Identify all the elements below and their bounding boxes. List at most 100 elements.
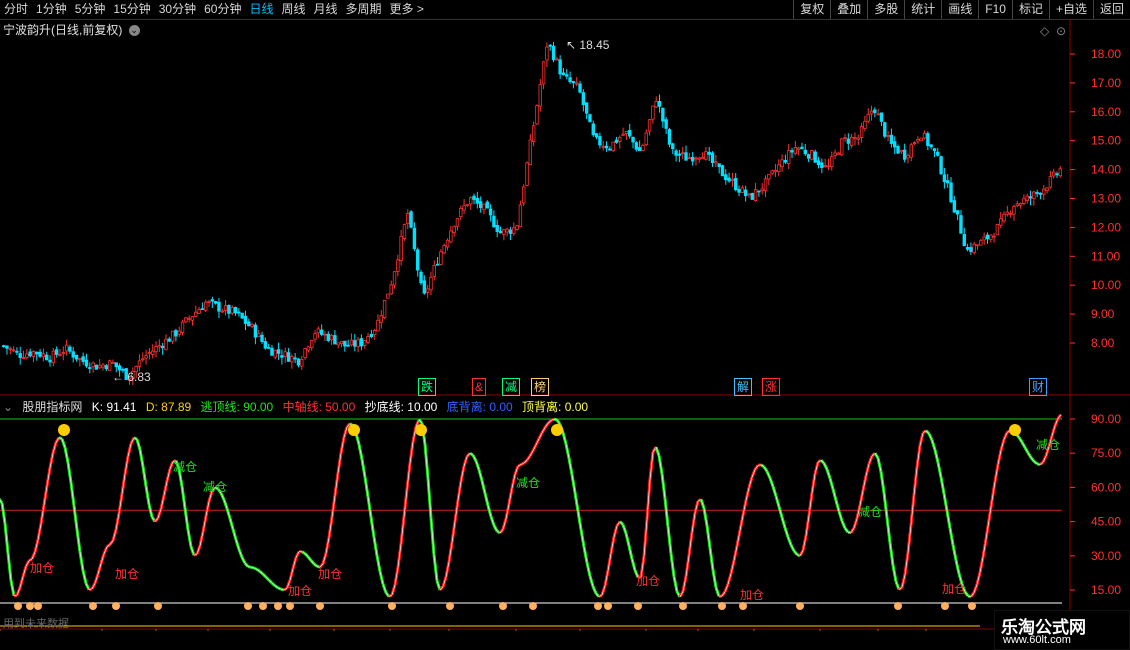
period-tab[interactable]: 分时: [0, 0, 32, 19]
event-marker[interactable]: 解: [734, 378, 753, 396]
kd-axis-label: 60.00: [1091, 480, 1121, 494]
hand-icon: [796, 602, 804, 610]
toolbar-button[interactable]: 统计: [904, 0, 941, 19]
candle-body: [591, 123, 595, 136]
d-value: D: 87.89: [145, 400, 192, 414]
candle-body: [257, 333, 261, 338]
period-tab[interactable]: 更多 >: [386, 0, 428, 19]
candle-body: [1042, 188, 1046, 195]
diamond-icon[interactable]: ◇: [1040, 24, 1050, 38]
future-data-note: 用到未来数据: [3, 618, 69, 630]
candle-body: [482, 203, 486, 211]
candle-body: [697, 157, 701, 160]
candle-body: [548, 44, 552, 47]
candle-body: [873, 109, 877, 113]
candle-body: [919, 137, 923, 142]
candle-body: [469, 197, 473, 205]
candle-body: [926, 133, 930, 146]
candle-body: [955, 210, 960, 215]
price-axis-label: 8.00: [1091, 336, 1115, 350]
candle-body: [349, 339, 354, 346]
candle-body: [329, 334, 334, 341]
event-marker[interactable]: 减: [502, 378, 521, 396]
candle-body: [859, 125, 864, 138]
candle-body: [810, 150, 814, 160]
period-tab[interactable]: 1分钟: [32, 0, 71, 19]
candle-body: [531, 125, 536, 143]
candle-body: [492, 215, 496, 228]
event-marker[interactable]: &: [472, 378, 487, 396]
candle-body: [412, 227, 417, 250]
candle-body: [286, 352, 291, 362]
chart-area[interactable]: 18.00 17.00 16.00 15.00 14.00 13.00 12.00 11.00…: [0, 19, 1130, 631]
smiley-icon: [1009, 424, 1021, 436]
candle-body: [707, 151, 711, 155]
candle-body: [863, 120, 867, 129]
period-tab[interactable]: 60分钟: [200, 0, 245, 19]
candle-body: [565, 74, 569, 77]
event-marker[interactable]: 榜: [531, 378, 550, 396]
middle-line-value: 中轴线: 50.00: [282, 400, 356, 414]
settings-icon[interactable]: ⊙: [1056, 24, 1066, 38]
candle-body: [614, 139, 619, 143]
candle-body: [323, 333, 327, 336]
kd-axis-label: 75.00: [1091, 446, 1121, 460]
candle-body: [541, 61, 546, 85]
candle-body: [571, 81, 576, 84]
candle-body: [743, 189, 748, 197]
period-tab[interactable]: 15分钟: [109, 0, 154, 19]
smiley-icon: [551, 424, 563, 436]
candle-body: [333, 335, 337, 345]
candle-body: [11, 349, 16, 352]
candle-body: [190, 316, 195, 321]
event-marker[interactable]: 跌: [418, 378, 437, 396]
period-tab[interactable]: 月线: [310, 0, 342, 19]
toolbar-button[interactable]: 复权: [793, 0, 830, 19]
event-marker[interactable]: 涨: [762, 378, 781, 396]
candle-body: [965, 246, 970, 250]
candle-body: [210, 299, 215, 302]
toolbar-button[interactable]: 返回: [1092, 0, 1130, 19]
candle-body: [227, 304, 231, 314]
candle-body: [932, 148, 937, 152]
candle-body: [681, 152, 685, 155]
toolbar-button[interactable]: 标记: [1011, 0, 1049, 19]
toolbar-button[interactable]: 叠加: [830, 0, 867, 19]
candle-body: [601, 145, 605, 148]
candle-body: [909, 144, 913, 158]
period-tab[interactable]: 多周期: [342, 0, 386, 19]
indicator-name[interactable]: 股朋指标网: [22, 400, 82, 414]
toolbar-button[interactable]: 画线: [941, 0, 978, 19]
candle-body: [455, 218, 460, 227]
reduce-position-signal: 减仓: [173, 460, 197, 474]
candle-body: [750, 193, 754, 200]
candle-body: [611, 141, 615, 151]
candle-body: [803, 149, 807, 155]
candle-body: [88, 367, 92, 369]
period-tab[interactable]: 日线: [245, 0, 277, 19]
collapse-icon[interactable]: ⌄: [3, 400, 13, 414]
candle-body: [952, 200, 957, 213]
candle-body: [260, 334, 264, 343]
candle-body: [488, 208, 493, 216]
candle-body: [442, 245, 446, 254]
hand-icon: [499, 602, 507, 610]
toolbar-button[interactable]: 多股: [867, 0, 904, 19]
period-tab[interactable]: 30分钟: [155, 0, 200, 19]
candle-body: [836, 152, 841, 156]
candle-body: [714, 161, 718, 164]
reduce-position-signal: 减仓: [858, 505, 882, 519]
hand-icon: [154, 602, 162, 610]
candle-body: [94, 364, 99, 370]
period-tab[interactable]: 5分钟: [71, 0, 110, 19]
toolbar-button[interactable]: +自选: [1048, 0, 1093, 19]
candle-body: [1002, 213, 1006, 222]
candle-body: [667, 129, 672, 145]
candle-body: [372, 330, 377, 336]
period-tab[interactable]: 周线: [277, 0, 309, 19]
toolbar-button[interactable]: F10: [978, 0, 1012, 19]
candle-body: [1012, 206, 1016, 215]
event-marker[interactable]: 财: [1029, 378, 1048, 396]
candle-body: [651, 105, 655, 120]
candle-body: [644, 132, 648, 146]
